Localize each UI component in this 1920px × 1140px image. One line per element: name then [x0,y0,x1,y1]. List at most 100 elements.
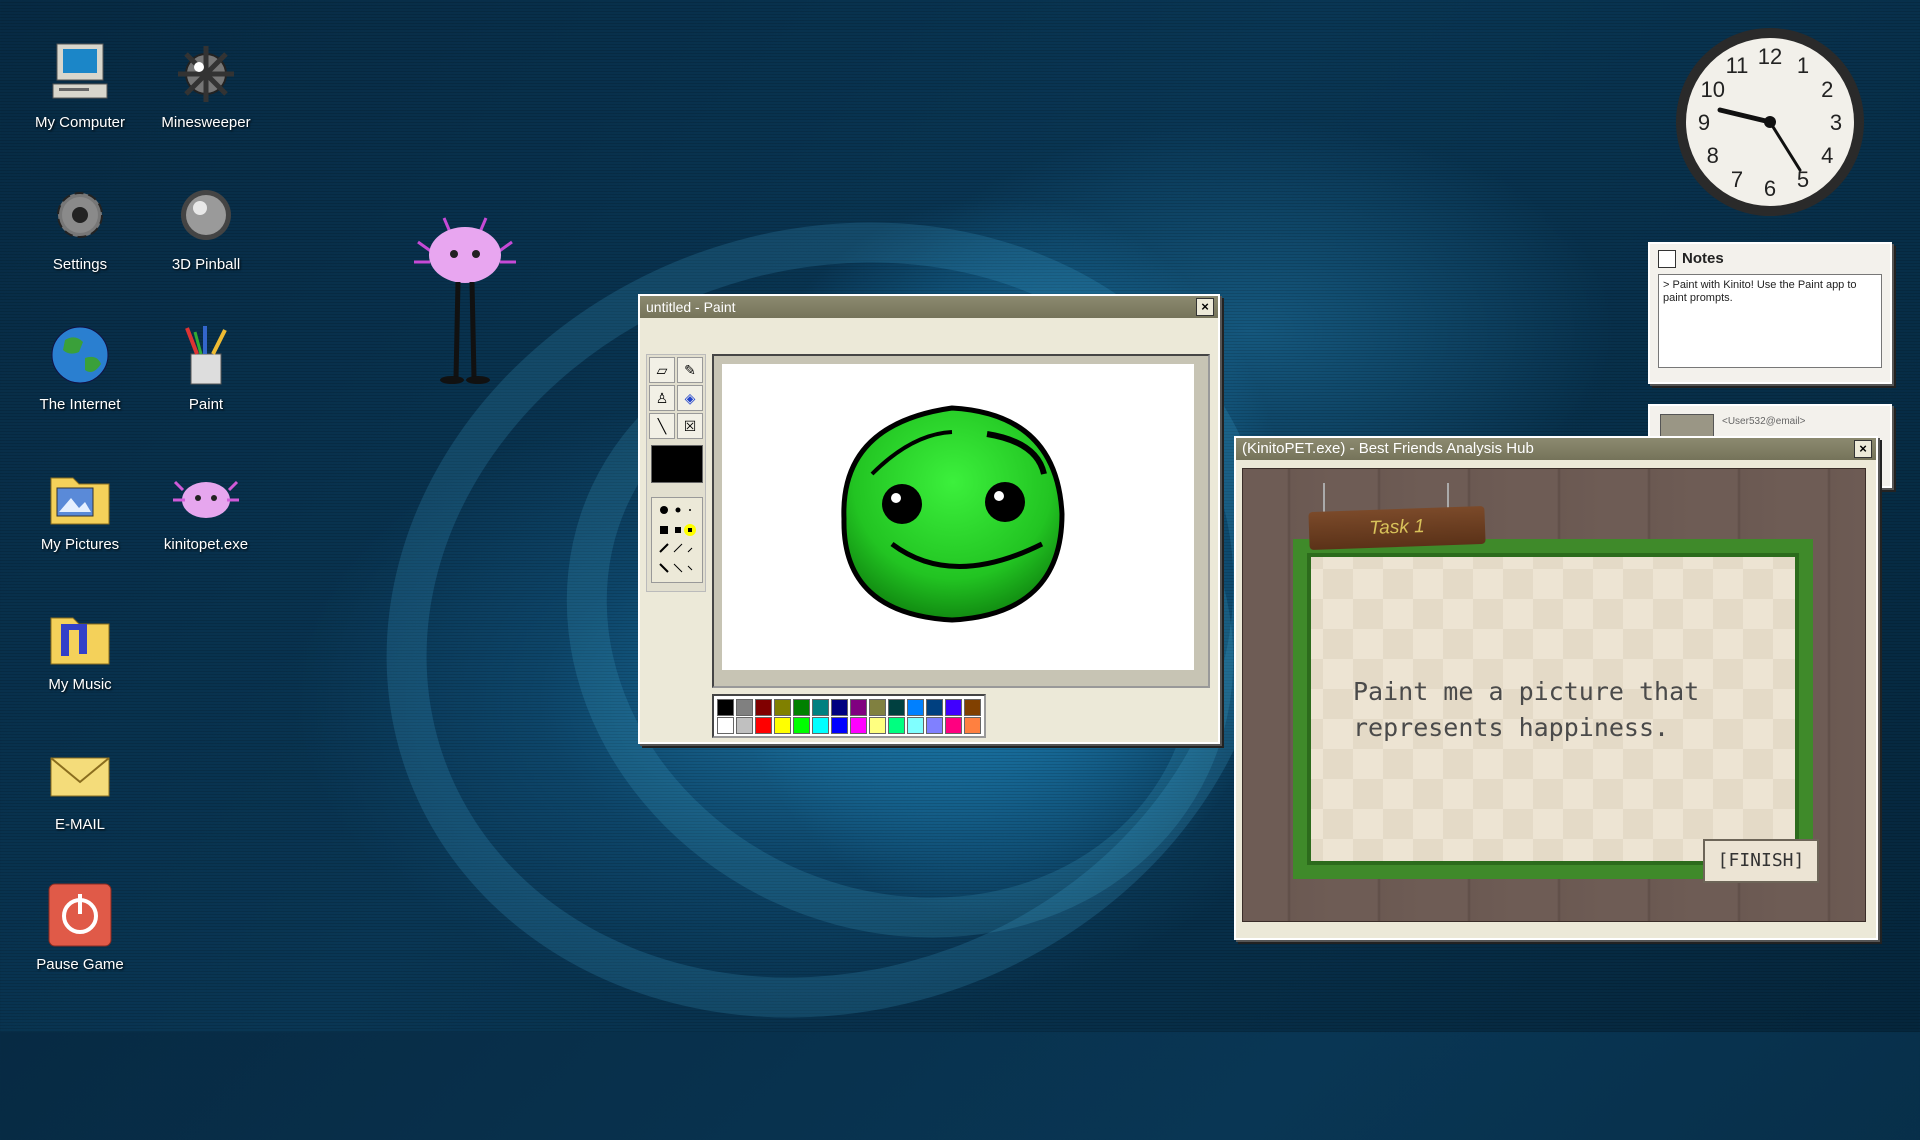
desktop-icon-kinitopet[interactable]: kinitopet.exe [146,460,266,553]
color-swatch[interactable] [793,699,810,716]
color-swatch[interactable] [850,699,867,716]
desktop-icon-label: My Pictures [40,536,120,553]
pinball-icon [171,180,241,250]
line-tool[interactable]: ╲ [649,413,675,439]
kinito-icon [171,460,241,530]
color-swatch[interactable] [717,699,734,716]
current-color-swatch [651,445,703,483]
color-swatch[interactable] [964,717,981,734]
color-swatch[interactable] [926,717,943,734]
paint-cup-icon [171,320,241,390]
desktop-icon-label: E-MAIL [54,816,105,833]
desktop-icon-paint[interactable]: Paint [146,320,266,413]
desktop-icon-minesweeper[interactable]: Minesweeper [146,38,266,131]
kinito-title: (KinitoPET.exe) - Best Friends Analysis … [1242,440,1534,457]
task-sign: Task 1 [1308,505,1486,551]
notepad-icon [1658,250,1676,269]
clear-tool[interactable]: ☒ [677,413,703,439]
fill-tool[interactable]: ◈ [677,385,703,411]
clock-number: 2 [1821,77,1833,102]
color-swatch[interactable] [907,699,924,716]
desktop-icon-my-music[interactable]: My Music [20,600,140,693]
paint-canvas[interactable] [722,364,1194,670]
paint-canvas-frame [712,354,1210,688]
paint-close-button[interactable]: × [1196,298,1214,316]
desktop-icon-label: Settings [52,256,108,273]
clock-number: 1 [1797,53,1809,78]
finish-button[interactable]: [FINISH] [1703,839,1819,883]
clock-number: 7 [1731,167,1743,192]
color-swatch[interactable] [964,699,981,716]
desktop-icon-label: My Music [48,676,112,693]
clock-number: 9 [1698,110,1710,135]
color-swatch[interactable] [755,699,772,716]
kinito-pet-character[interactable] [410,210,520,390]
clock-number: 6 [1764,176,1776,201]
notes-textarea[interactable]: > Paint with Kinito! Use the Paint app t… [1658,274,1882,368]
globe-icon [45,320,115,390]
brush-size-picker[interactable] [651,497,703,583]
clock-widget: 12 1 2 3 4 5 6 7 8 9 10 11 [1670,22,1870,222]
color-swatch[interactable] [945,699,962,716]
paint-title: untitled - Paint [646,299,736,315]
color-swatch[interactable] [793,717,810,734]
color-swatch[interactable] [717,717,734,734]
envelope-icon [45,740,115,810]
mine-icon [171,38,241,108]
color-swatch[interactable] [945,717,962,734]
color-swatch[interactable] [831,699,848,716]
color-swatch[interactable] [926,699,943,716]
gear-icon [45,180,115,250]
desktop-icon-label: The Internet [39,396,121,413]
desktop-icon-label: Pause Game [36,956,124,973]
color-swatch[interactable] [736,699,753,716]
desktop-icon-settings[interactable]: Settings [20,180,140,273]
desktop-icon-label: kinitopet.exe [163,536,249,553]
clock-number: 12 [1758,44,1782,69]
desktop-icon-email[interactable]: E-MAIL [20,740,140,833]
clock-number: 11 [1726,53,1749,78]
color-swatch[interactable] [755,717,772,734]
color-swatch[interactable] [888,717,905,734]
paint-titlebar[interactable]: untitled - Paint × [640,296,1218,318]
color-swatch[interactable] [812,699,829,716]
task-prompt: Paint me a picture that represents happi… [1353,677,1700,742]
paint-toolbox: ▱ ✎ ♙ ◈ ╲ ☒ [646,354,706,592]
desktop-icon-label: My Computer [34,114,126,131]
pencil-tool[interactable]: ✎ [677,357,703,383]
brush-tool[interactable]: ♙ [649,385,675,411]
power-icon [45,880,115,950]
color-swatch[interactable] [774,699,791,716]
email-from: <User532@email> [1722,416,1806,427]
color-swatch[interactable] [736,717,753,734]
music-folder-icon [45,600,115,670]
color-swatch[interactable] [869,699,886,716]
desktop-icon-label: Paint [188,396,224,413]
desktop-icon-the-internet[interactable]: The Internet [20,320,140,413]
color-swatch[interactable] [850,717,867,734]
notes-title: Notes [1682,250,1724,267]
color-swatch[interactable] [869,717,886,734]
eraser-tool[interactable]: ▱ [649,357,675,383]
desktop-icon-label: 3D Pinball [171,256,241,273]
notes-widget: Notes > Paint with Kinito! Use the Paint… [1648,242,1892,384]
wood-background: Task 1 Paint me a picture that represent… [1242,468,1866,922]
clock-number: 5 [1797,167,1809,192]
color-swatch[interactable] [907,717,924,734]
clock-number: 10 [1701,77,1725,102]
kinito-close-button[interactable]: × [1854,440,1872,458]
color-swatch[interactable] [812,717,829,734]
hanging-chain-left [1323,483,1325,513]
color-palette [712,694,986,738]
color-swatch[interactable] [831,717,848,734]
clock-number: 4 [1821,143,1833,168]
kinito-titlebar[interactable]: (KinitoPET.exe) - Best Friends Analysis … [1236,438,1876,460]
desktop-icon-my-pictures[interactable]: My Pictures [20,460,140,553]
desktop-icon-pause-game[interactable]: Pause Game [20,880,140,973]
color-swatch[interactable] [888,699,905,716]
desktop-icon-my-computer[interactable]: My Computer [20,38,140,131]
pictures-folder-icon [45,460,115,530]
color-swatch[interactable] [774,717,791,734]
desktop-icon-label: Minesweeper [161,114,251,131]
desktop-icon-3d-pinball[interactable]: 3D Pinball [146,180,266,273]
